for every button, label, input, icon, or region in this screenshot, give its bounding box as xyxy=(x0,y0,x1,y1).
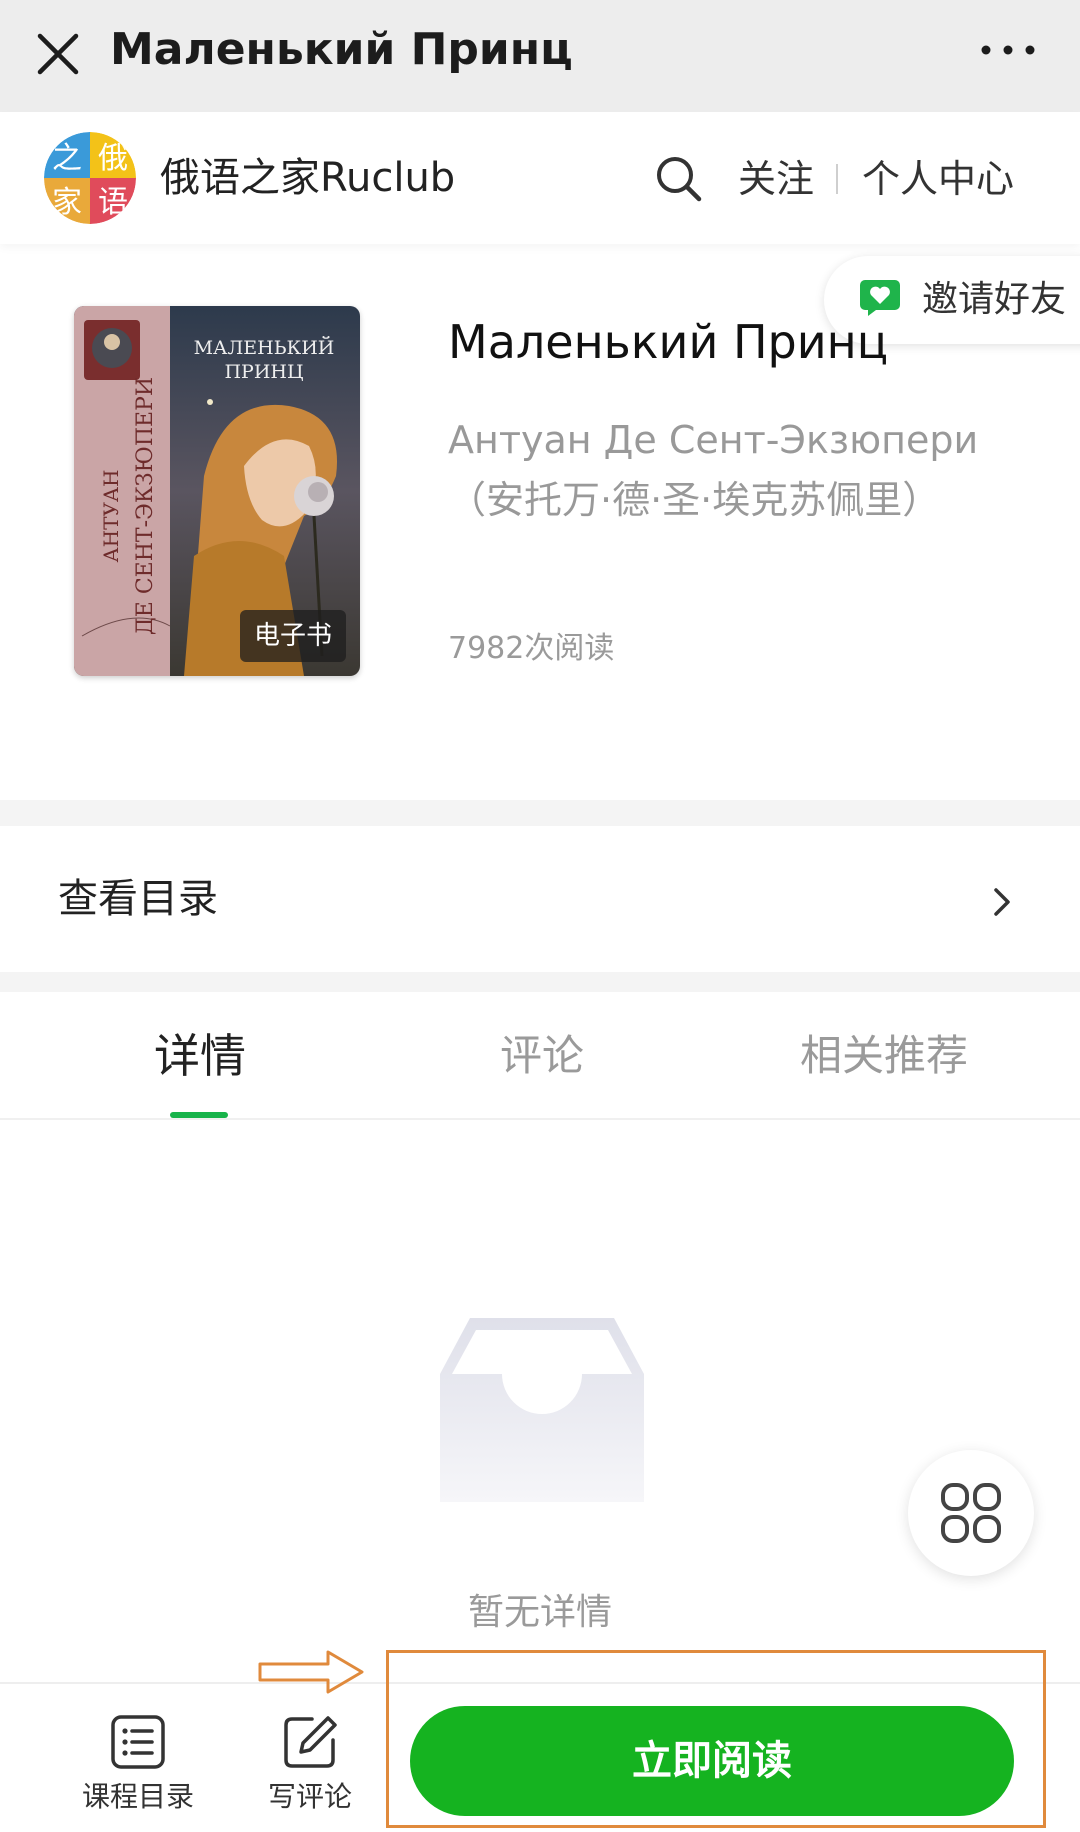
tab-bar: 详情 评论 相关推荐 xyxy=(0,990,1080,1120)
ebook-badge: 电子书 xyxy=(239,610,346,662)
course-toc-label: 课程目录 xyxy=(81,1780,194,1813)
tab-recommendations[interactable]: 相关推荐 xyxy=(800,1028,968,1084)
view-toc-row[interactable]: 查看目录 xyxy=(0,826,1080,972)
more-icon[interactable] xyxy=(976,30,1040,70)
cover-author-line: АНТУАН xyxy=(99,470,123,563)
course-toc-button[interactable]: 课程目录 xyxy=(68,1714,208,1816)
divider xyxy=(836,164,838,194)
tab-comments[interactable]: 评论 xyxy=(500,1028,584,1084)
view-toc-label: 查看目录 xyxy=(58,876,218,922)
search-icon[interactable] xyxy=(652,152,706,206)
empty-details-text: 暂无详情 xyxy=(467,1592,612,1633)
invite-friends-label: 邀请好友 xyxy=(922,279,1067,320)
floating-menu-button[interactable] xyxy=(908,1450,1034,1576)
cover-author-line: ДЕ СЕНТ-ЭКЗЮПЕРИ xyxy=(133,377,158,635)
shop-logo[interactable]: 之 俄 家 语 xyxy=(44,132,136,224)
list-icon xyxy=(111,1715,165,1769)
read-count: 7982次阅读 xyxy=(448,631,615,666)
cover-title-line: МАЛЕНЬКИЙ xyxy=(194,336,335,359)
logo-char: 之 xyxy=(52,141,82,176)
annotation-highlight-box xyxy=(386,1650,1046,1828)
book-cover[interactable]: МАЛЕНЬКИЙ ПРИНЦ АНТУАН ДЕ СЕНТ-ЭКЗЮПЕРИ … xyxy=(74,306,360,676)
edit-icon xyxy=(284,1716,337,1768)
arrow-right-icon xyxy=(258,1650,364,1694)
top-navbar: Маленький Принц xyxy=(0,0,1080,112)
write-review-button[interactable]: 写评论 xyxy=(240,1714,380,1816)
tab-indicator xyxy=(170,1112,228,1118)
cover-title-line: ПРИНЦ xyxy=(224,361,303,383)
shop-name[interactable]: 俄语之家Ruclub xyxy=(160,152,455,204)
logo-char: 语 xyxy=(98,185,128,220)
close-icon[interactable] xyxy=(30,26,86,82)
book-title: Маленький Принц xyxy=(448,315,889,369)
section-divider xyxy=(0,800,1080,826)
empty-box-icon xyxy=(440,1318,644,1502)
grid-menu-icon xyxy=(941,1483,1001,1543)
logo-char: 家 xyxy=(52,185,82,220)
page-title: Маленький Принц xyxy=(110,24,573,75)
shop-header: 之 俄 家 语 俄语之家Ruclub 关注 个人中心 xyxy=(0,112,1080,244)
write-review-label: 写评论 xyxy=(267,1780,352,1813)
book-author: Антуан Де Сент-Экзюпери（安托万·德·圣·埃克苏佩里） xyxy=(448,418,979,522)
follow-button[interactable]: 关注 xyxy=(738,154,814,204)
tab-details[interactable]: 详情 xyxy=(154,1028,246,1084)
personal-center-button[interactable]: 个人中心 xyxy=(862,154,1014,204)
logo-char: 俄 xyxy=(98,141,128,176)
section-divider xyxy=(0,972,1080,992)
chevron-right-icon xyxy=(994,888,1010,916)
